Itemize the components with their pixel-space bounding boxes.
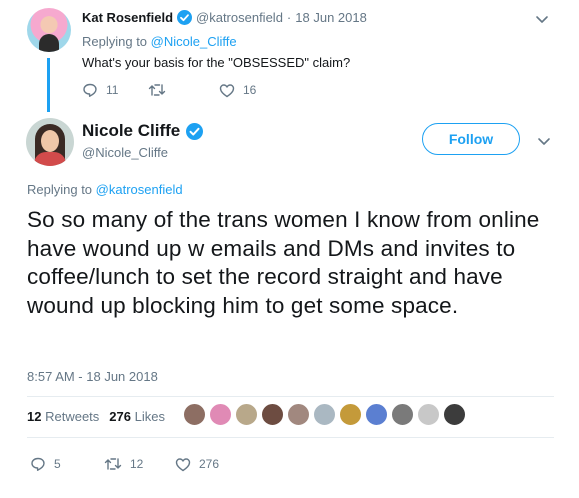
reply-icon	[31, 457, 45, 471]
liker-avatar[interactable]	[365, 403, 388, 426]
main-tweet-actions: 5 12 276	[30, 456, 219, 472]
parent-tweet-text: What's your basis for the "OBSESSED" cla…	[82, 55, 351, 70]
divider	[27, 437, 554, 438]
replying-prefix: Replying to	[27, 182, 93, 197]
liker-avatar[interactable]	[391, 403, 414, 426]
parent-tweet-date[interactable]: 18 Jun 2018	[295, 10, 367, 25]
retweet-button[interactable]: 12	[104, 456, 175, 472]
main-tweet-text: So so many of the trans women I know fro…	[27, 207, 540, 318]
main-author-name-row: Nicole Cliffe	[82, 121, 204, 141]
main-replying-to: Replying to @katrosenfield	[27, 182, 183, 197]
liker-avatar[interactable]	[183, 403, 206, 426]
follow-button[interactable]: Follow	[422, 123, 520, 155]
kat-rosenfield-avatar[interactable]	[27, 8, 71, 52]
likes-stat[interactable]: 276 Likes	[109, 409, 165, 424]
liker-avatar[interactable]	[443, 403, 466, 426]
like-count: 276	[199, 457, 220, 471]
retweets-stat[interactable]: 12 Retweets	[27, 409, 99, 424]
chevron-down-icon[interactable]	[535, 12, 549, 30]
reply-button[interactable]: 11	[82, 82, 148, 98]
parent-tweet: Kat Rosenfield @katrosenfield · 18 Jun 2…	[0, 0, 579, 112]
retweet-icon	[104, 458, 122, 470]
liker-avatar[interactable]	[313, 403, 336, 426]
header-separator: ·	[286, 10, 292, 25]
tweet-stats: 12 Retweets 276 Likes	[27, 409, 165, 424]
main-author-name[interactable]: Nicole Cliffe	[82, 121, 180, 141]
reply-button[interactable]: 5	[30, 456, 104, 472]
liker-avatar[interactable]	[209, 403, 232, 426]
parent-tweet-actions: 11 16	[82, 82, 256, 98]
liker-avatar[interactable]	[417, 403, 440, 426]
replying-prefix: Replying to	[82, 34, 148, 49]
likes-stat-count: 276	[109, 409, 131, 424]
liker-avatar[interactable]	[235, 403, 258, 426]
chevron-down-icon[interactable]	[537, 134, 551, 152]
like-count: 16	[243, 83, 257, 97]
replying-to-link[interactable]: @katrosenfield	[96, 182, 183, 197]
liker-avatar[interactable]	[339, 403, 362, 426]
reply-count: 5	[54, 457, 61, 471]
retweets-stat-count: 12	[27, 409, 42, 424]
retweet-count: 12	[130, 457, 144, 471]
nicole-cliffe-avatar[interactable]	[26, 118, 74, 166]
parent-author-handle[interactable]: @katrosenfield	[196, 10, 283, 25]
liker-avatar[interactable]	[261, 403, 284, 426]
parent-author-name[interactable]: Kat Rosenfield	[82, 10, 173, 25]
reply-count: 11	[106, 83, 119, 97]
parent-replying-to: Replying to @Nicole_Cliffe	[82, 34, 237, 49]
heart-icon	[219, 83, 235, 97]
thread-connector-line	[47, 58, 50, 112]
divider	[27, 396, 554, 397]
reply-icon	[83, 83, 97, 97]
liker-avatar[interactable]	[287, 403, 310, 426]
tweet-timestamp[interactable]: 8:57 AM - 18 Jun 2018	[27, 369, 158, 384]
liker-avatars	[183, 403, 469, 426]
retweet-icon	[148, 84, 166, 96]
like-button[interactable]: 16	[219, 82, 256, 98]
main-author-handle[interactable]: @Nicole_Cliffe	[82, 145, 168, 160]
retweets-stat-label: Retweets	[45, 409, 100, 424]
retweet-button[interactable]	[148, 82, 219, 98]
verified-badge-icon	[177, 10, 193, 25]
heart-icon	[175, 457, 191, 471]
likes-stat-label: Likes	[134, 409, 165, 424]
like-button[interactable]: 276	[175, 456, 219, 472]
replying-to-link[interactable]: @Nicole_Cliffe	[151, 34, 237, 49]
verified-badge-icon	[186, 122, 204, 140]
parent-tweet-header: Kat Rosenfield @katrosenfield · 18 Jun 2…	[82, 10, 367, 25]
